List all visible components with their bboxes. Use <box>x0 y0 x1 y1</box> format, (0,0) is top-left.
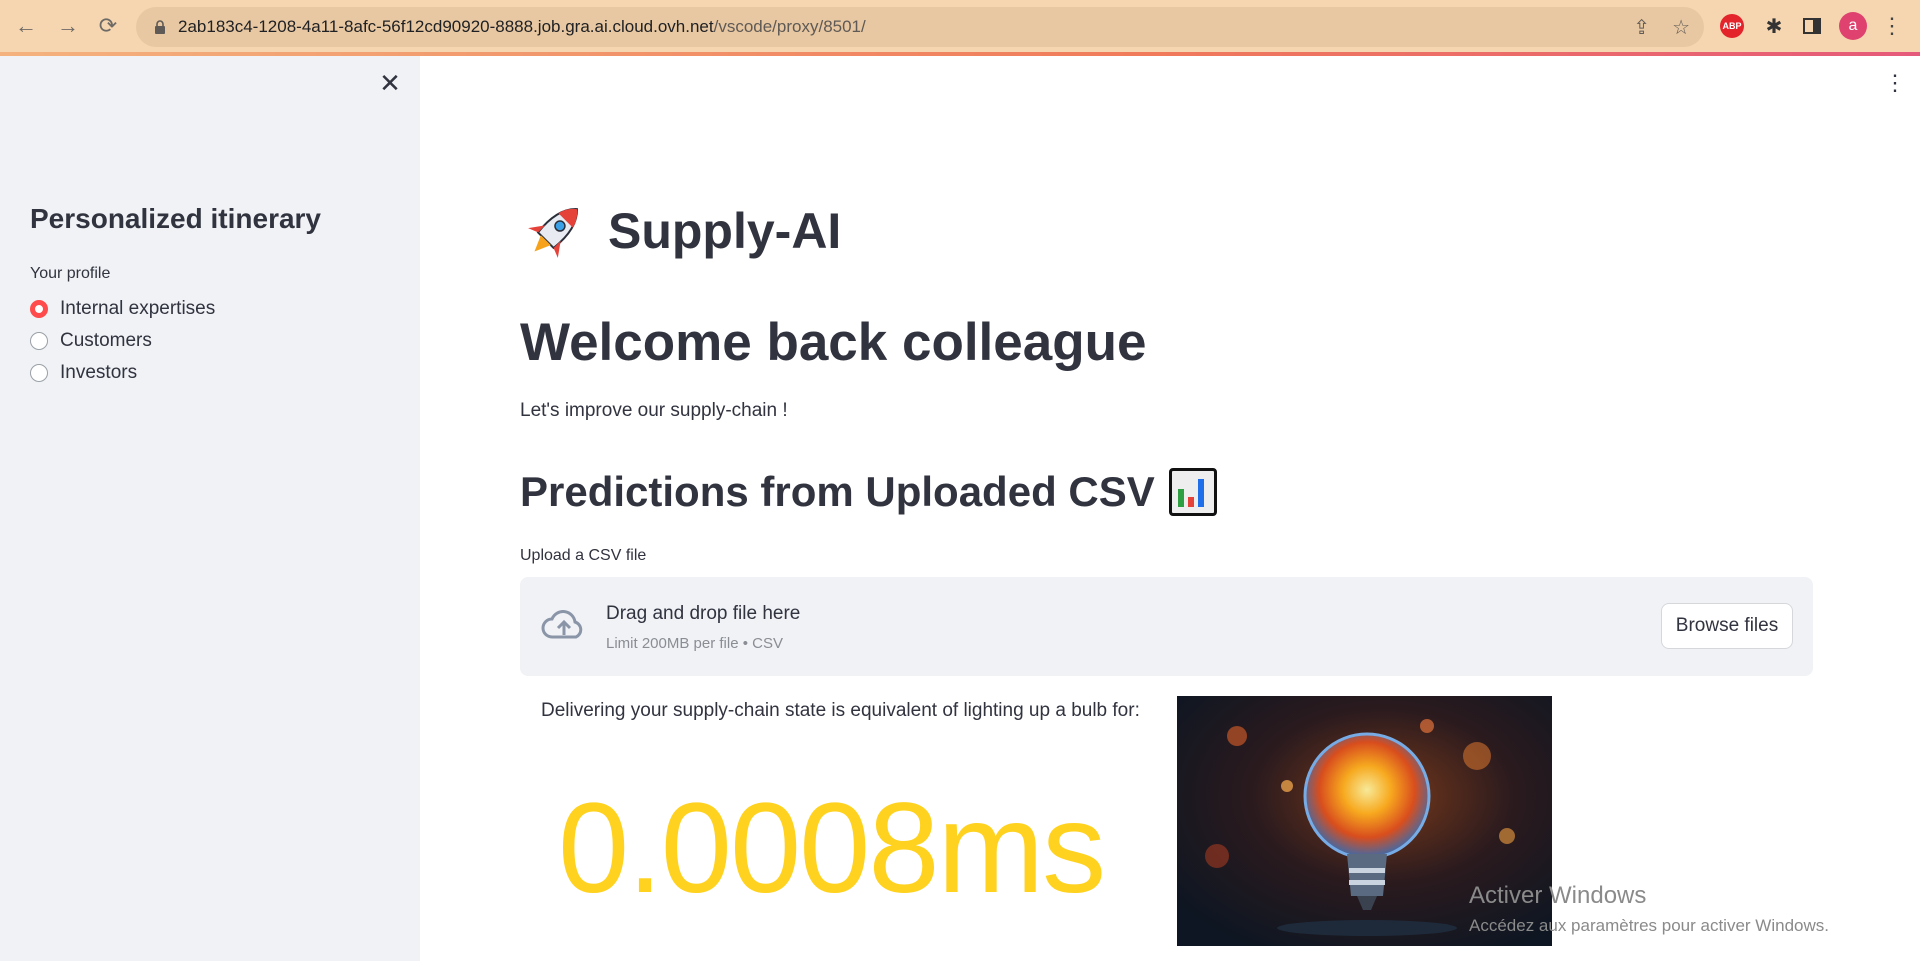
adblock-extension-icon[interactable]: ABP <box>1720 14 1744 38</box>
url-text: 2ab183c4-1208-4a11-8afc-56f12cd90920-888… <box>178 17 866 37</box>
bookmark-star-icon[interactable]: ☆ <box>1672 15 1690 40</box>
side-panel-icon[interactable] <box>1800 14 1824 38</box>
rocket-icon <box>528 208 578 258</box>
result-metric: 0.0008ms <box>558 777 1106 920</box>
sidebar: ✕ Personalized itinerary Your profile In… <box>0 56 420 961</box>
windows-activation-watermark: Activer Windows Accédez aux paramètres p… <box>1469 882 1829 936</box>
radio-internal-expertises[interactable]: Internal expertises <box>30 298 215 320</box>
app-title: Supply-AI <box>520 196 841 266</box>
bar-chart-icon <box>1168 468 1217 516</box>
share-icon[interactable]: ⇪ <box>1633 15 1650 40</box>
url-host: 2ab183c4-1208-4a11-8afc-56f12cd90920-888… <box>178 17 714 36</box>
browser-menu-icon[interactable]: ⋮ <box>1881 12 1903 40</box>
app-title-text: Supply-AI <box>608 203 842 259</box>
dropzone-limits: Limit 200MB per file • CSV <box>606 635 783 652</box>
lock-icon <box>152 19 168 35</box>
radio-option-label: Internal expertises <box>60 298 216 319</box>
delivering-text: Delivering your supply-chain state is eq… <box>541 700 1140 721</box>
address-bar[interactable]: 2ab183c4-1208-4a11-8afc-56f12cd90920-888… <box>136 7 1704 47</box>
radio-unselected-icon[interactable] <box>30 364 48 382</box>
radio-selected-icon[interactable] <box>30 300 48 318</box>
welcome-heading: Welcome back colleague <box>520 313 1147 372</box>
cloud-upload-icon <box>541 610 583 639</box>
app-menu-icon[interactable]: ⋮ <box>1884 70 1906 96</box>
sidebar-title: Personalized itinerary <box>30 203 322 234</box>
activate-subtitle: Accédez aux paramètres pour activer Wind… <box>1469 916 1829 935</box>
predictions-heading-text: Predictions from Uploaded CSV <box>520 468 1155 515</box>
intro-text: Let's improve our supply-chain ! <box>520 400 788 421</box>
profile-radio-label: Your profile <box>30 265 111 282</box>
file-dropzone[interactable]: Drag and drop file here Limit 200MB per … <box>520 577 1813 676</box>
extensions-puzzle-icon[interactable]: ✱ <box>1762 14 1786 38</box>
predictions-heading: Predictions from Uploaded CSV <box>520 468 1217 516</box>
forward-icon[interactable]: → <box>54 12 82 40</box>
radio-unselected-icon[interactable] <box>30 332 48 350</box>
radio-investors[interactable]: Investors <box>30 362 137 384</box>
radio-option-label: Investors <box>60 362 138 383</box>
radio-customers[interactable]: Customers <box>30 330 152 352</box>
close-sidebar-icon[interactable]: ✕ <box>378 68 402 98</box>
dropzone-instructions: Drag and drop file here <box>606 603 801 624</box>
browse-files-button[interactable]: Browse files <box>1661 603 1793 649</box>
file-uploader-label: Upload a CSV file <box>520 547 647 564</box>
reload-icon[interactable]: ⟳ <box>94 12 122 40</box>
profile-avatar[interactable]: a <box>1839 12 1867 40</box>
radio-option-label: Customers <box>60 330 152 351</box>
activate-title: Activer Windows <box>1469 882 1647 909</box>
back-icon[interactable]: ← <box>12 12 40 40</box>
url-path: /vscode/proxy/8501/ <box>713 17 866 36</box>
